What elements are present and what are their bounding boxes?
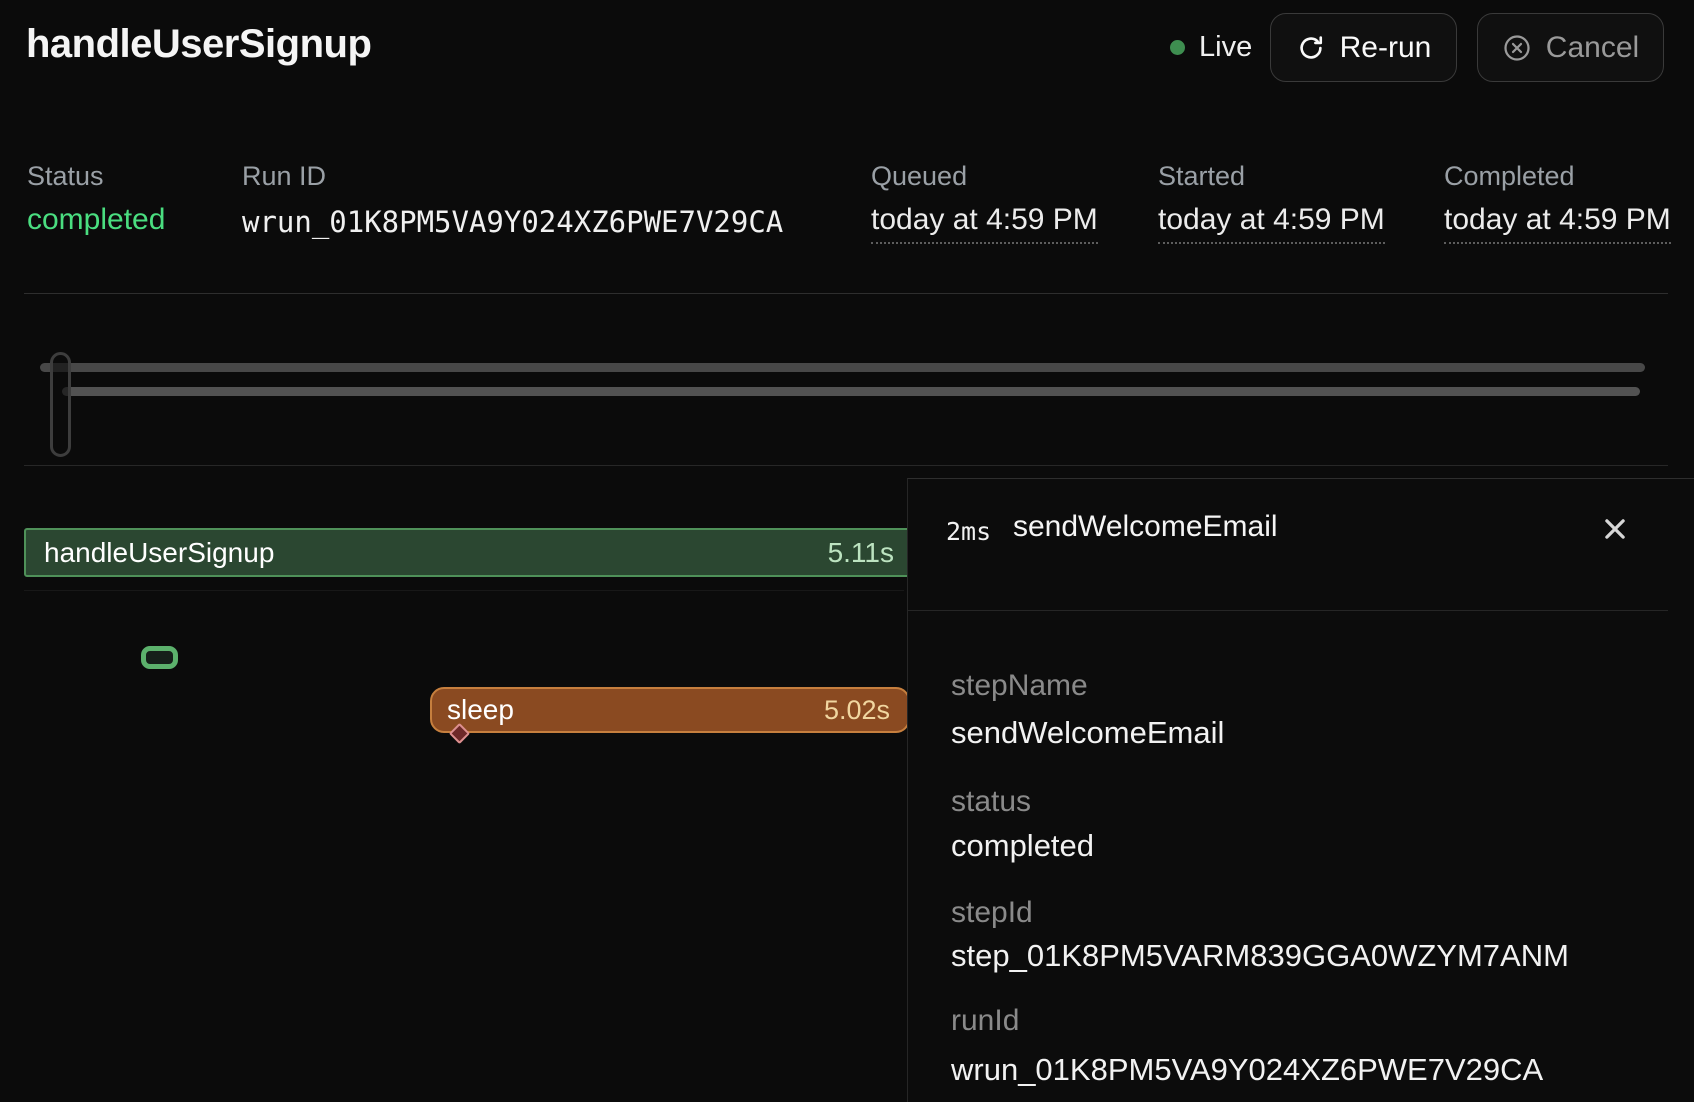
panel-header-divider [908, 610, 1668, 611]
page-title: handleUserSignup [26, 22, 371, 67]
live-indicator: Live [1170, 13, 1252, 82]
queued-value: today at 4:59 PM [871, 203, 1098, 244]
field-value-status: completed [951, 828, 1094, 864]
rerun-refresh-icon [1296, 33, 1326, 63]
field-label-stepid: stepId [951, 896, 1033, 930]
step-detail-header: 2ms sendWelcomeEmail [908, 479, 1694, 610]
field-label-stepname: stepName [951, 669, 1088, 703]
trace-span-sleep[interactable]: sleep 5.02s [430, 687, 910, 733]
root-span-label: handleUserSignup [44, 537, 274, 569]
run-id-value: wrun_01K8PM5VA9Y024XZ6PWE7V29CA [242, 205, 783, 239]
step-detail-title: sendWelcomeEmail [1013, 510, 1278, 544]
chart-row-separator [24, 590, 904, 591]
workflow-run-page: handleUserSignup Live Re-run Cancel Stat… [0, 0, 1694, 1102]
live-status-dot-icon [1170, 40, 1185, 55]
panel-close-button[interactable] [1587, 501, 1643, 557]
cancel-button-label: Cancel [1546, 31, 1639, 65]
sleep-span-duration: 5.02s [824, 695, 890, 726]
header-divider [24, 293, 1668, 294]
live-label: Live [1199, 31, 1252, 64]
field-value-runid: wrun_01K8PM5VA9Y024XZ6PWE7V29CA [951, 1052, 1543, 1088]
minimap-scrubber-handle[interactable] [50, 352, 71, 457]
minimap-span-bar-root [40, 363, 1645, 372]
field-label-runid: runId [951, 1004, 1019, 1038]
run-id-label: Run ID [242, 161, 326, 192]
rerun-button-label: Re-run [1340, 31, 1432, 65]
step-duration-badge: 2ms [946, 517, 991, 546]
sleep-span-label: sleep [447, 694, 514, 726]
cancel-button[interactable]: Cancel [1477, 13, 1664, 82]
step-pill-icon[interactable] [141, 646, 178, 669]
status-label: Status [27, 161, 104, 192]
started-value: today at 4:59 PM [1158, 203, 1385, 244]
completed-value: today at 4:59 PM [1444, 203, 1671, 244]
minimap-span-bar-sleep [62, 387, 1640, 396]
chart-top-border [24, 465, 1668, 466]
rerun-button[interactable]: Re-run [1270, 13, 1457, 82]
cancel-circle-x-icon [1502, 33, 1532, 63]
field-label-status: status [951, 785, 1031, 819]
started-label: Started [1158, 161, 1245, 192]
status-value: completed [27, 203, 165, 237]
root-span-duration: 5.11s [828, 537, 894, 569]
trace-span-root[interactable]: handleUserSignup 5.11s [24, 528, 910, 577]
step-detail-panel: 2ms sendWelcomeEmail stepName sendWelcom… [907, 478, 1694, 1102]
field-value-stepid: step_01K8PM5VARM839GGA0WZYM7ANM [951, 938, 1569, 974]
queued-label: Queued [871, 161, 967, 192]
close-x-icon [1600, 514, 1630, 544]
field-value-stepname: sendWelcomeEmail [951, 715, 1224, 751]
completed-label: Completed [1444, 161, 1575, 192]
